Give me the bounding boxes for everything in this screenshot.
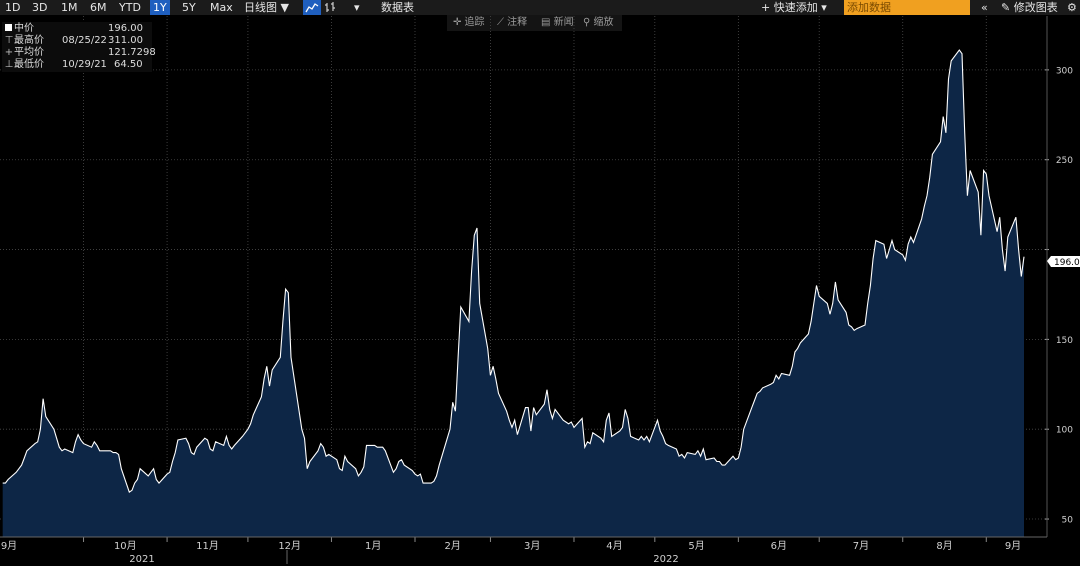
last-value-label: 196.00 [1054,258,1080,268]
y-axis: 50 100 150 250 300 [1045,16,1073,537]
legend-low-row: ⊥最低价 10/29/21 64.50 [4,59,143,71]
y-tick-label-50: 50 [1062,516,1074,526]
y-tick-label-150: 150 [1056,336,1073,346]
year-label-1: 2022 [653,554,678,565]
low-marker-icon: ⊥ [4,59,14,70]
series-swatch [5,24,12,31]
y-tick-label-250: 250 [1056,156,1073,166]
chart-legend: 中价 196.00 ⊤最高价 08/25/22 311.00 +平均价 121.… [2,22,156,72]
x-tick-label-3: 12月 [278,540,301,552]
legend-high-row: ⊤最高价 08/25/22 311.00 [4,35,143,47]
x-tick-label-5: 2月 [445,540,461,552]
x-tick-label-7: 4月 [606,540,622,552]
y-tick-label-100: 100 [1056,426,1073,436]
legend-low-label: 最低价 [14,59,44,70]
year-label-0: 2021 [129,554,154,565]
average-marker-icon: + [4,47,14,58]
legend-series-value: 196.00 [108,23,143,34]
price-chart[interactable]: 50 100 150 250 300 9月 10月 11月 12月 1月 2月 3月 4月 5月 6月 7月… [0,0,1080,566]
x-tick-label-11: 8月 [936,540,952,552]
legend-low-date: 10/29/21 [62,59,107,70]
y-tick-label-300: 300 [1056,66,1073,76]
x-tick-label-1: 10月 [114,540,137,552]
legend-avg-label: 平均价 [14,47,44,58]
x-tick-label-10: 7月 [853,540,869,552]
legend-avg-row: +平均价 121.7298 [4,47,156,59]
x-tick-label-12: 9月 [1005,540,1021,552]
x-axis: 9月 10月 11月 12月 1月 2月 3月 4月 5月 6月 7月 8月 9月 2021 2022 [0,536,1047,565]
legend-series-name: 中价 [14,23,34,34]
legend-high-date: 08/25/22 [62,35,107,46]
legend-high-label: 最高价 [14,35,44,46]
high-marker-icon: ⊤ [4,35,14,46]
x-tick-label-6: 3月 [524,540,540,552]
x-tick-label-8: 5月 [688,540,704,552]
series-area [2,50,1024,537]
x-tick-label-0: 9月 [1,540,17,552]
x-tick-label-9: 6月 [771,540,787,552]
x-tick-label-4: 1月 [365,540,381,552]
legend-low-value: 64.50 [114,59,143,70]
legend-avg-value: 121.7298 [108,47,156,58]
legend-high-value: 311.00 [108,35,143,46]
legend-series-row[interactable]: 中价 196.00 [4,23,143,35]
x-tick-label-2: 11月 [196,540,219,552]
last-value-marker: 196.00 [1047,256,1080,268]
